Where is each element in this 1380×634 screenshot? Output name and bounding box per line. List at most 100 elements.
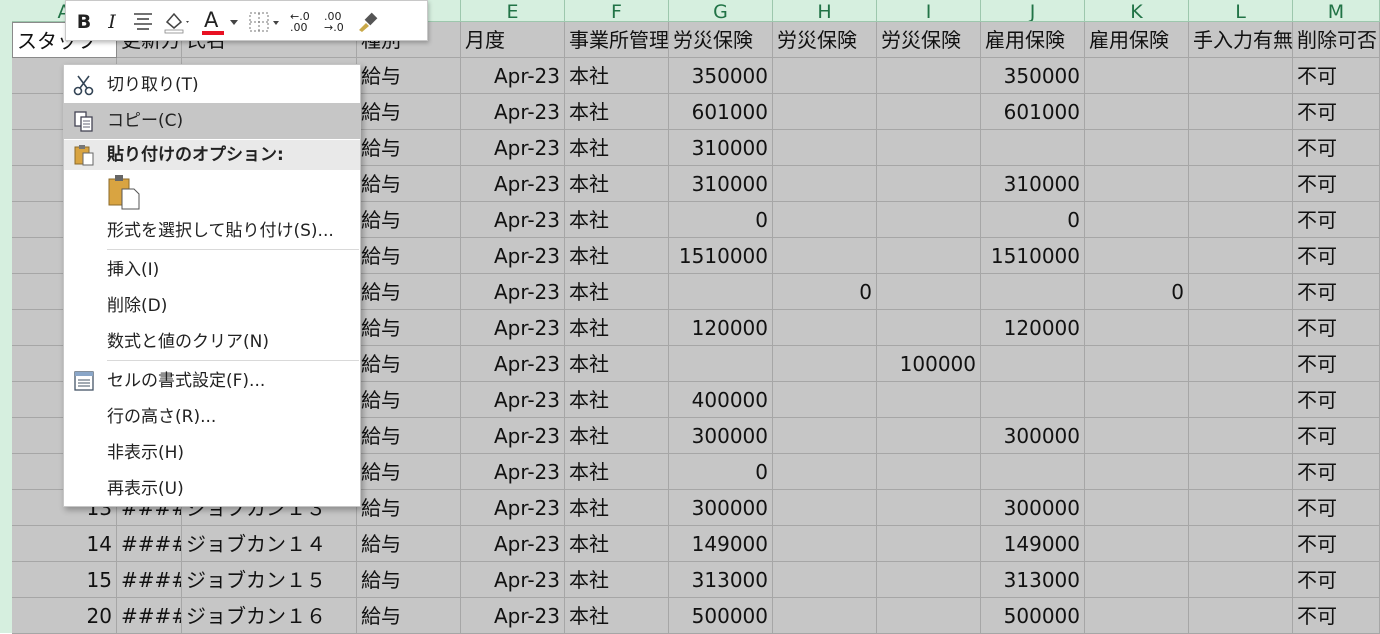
table-cell[interactable] [773, 238, 877, 274]
table-cell[interactable] [877, 382, 981, 418]
table-cell[interactable]: Apr-23 [461, 58, 565, 94]
table-cell[interactable]: Apr-23 [461, 382, 565, 418]
row-header[interactable] [0, 238, 12, 274]
table-cell[interactable]: 不可 [1293, 490, 1380, 526]
table-cell[interactable]: 本社 [565, 166, 669, 202]
table-cell[interactable]: Apr-23 [461, 418, 565, 454]
table-cell[interactable] [877, 58, 981, 94]
table-cell[interactable]: 0 [1085, 274, 1189, 310]
menu-item-delete[interactable]: 削除(D) [64, 288, 360, 324]
row-header[interactable] [0, 382, 12, 418]
table-cell[interactable]: ジョブカン１４ [182, 526, 357, 562]
table-cell[interactable]: 500000 [981, 598, 1085, 634]
table-cell[interactable] [773, 526, 877, 562]
table-cell[interactable] [1189, 598, 1293, 634]
table-cell[interactable]: 不可 [1293, 94, 1380, 130]
table-cell[interactable] [1085, 418, 1189, 454]
menu-item-hide[interactable]: 非表示(H) [64, 435, 360, 471]
table-cell[interactable]: 本社 [565, 598, 669, 634]
table-cell[interactable] [877, 598, 981, 634]
menu-item-cut[interactable]: 切り取り(T) [64, 67, 360, 103]
table-cell[interactable]: 14 [12, 526, 117, 562]
table-cell[interactable]: 350000 [981, 58, 1085, 94]
table-cell[interactable]: Apr-23 [461, 454, 565, 490]
table-cell[interactable] [1189, 454, 1293, 490]
row-header[interactable] [0, 202, 12, 238]
column-header[interactable]: J [981, 0, 1085, 22]
increase-decimal-button[interactable]: ←.0 .00 [290, 11, 316, 35]
table-cell[interactable] [877, 274, 981, 310]
header-cell[interactable]: 雇用保険 [981, 22, 1085, 58]
bold-button[interactable]: B [74, 10, 94, 34]
table-cell[interactable]: 0 [669, 454, 773, 490]
table-cell[interactable]: 本社 [565, 310, 669, 346]
table-cell[interactable]: 120000 [981, 310, 1085, 346]
format-painter-button[interactable] [354, 10, 380, 34]
table-cell[interactable] [877, 202, 981, 238]
table-cell[interactable] [773, 418, 877, 454]
table-cell[interactable] [773, 94, 877, 130]
table-cell[interactable] [877, 238, 981, 274]
table-cell[interactable]: 本社 [565, 454, 669, 490]
menu-item-format-cells[interactable]: セルの書式設定(F)... [64, 363, 360, 399]
table-cell[interactable] [1085, 130, 1189, 166]
table-cell[interactable]: Apr-23 [461, 94, 565, 130]
table-cell[interactable] [877, 94, 981, 130]
row-header[interactable] [0, 562, 12, 598]
header-cell[interactable]: 労災保険 [773, 22, 877, 58]
table-cell[interactable]: 120000 [669, 310, 773, 346]
table-cell[interactable] [1085, 202, 1189, 238]
table-cell[interactable] [877, 418, 981, 454]
font-color-button[interactable]: A [200, 8, 240, 35]
table-cell[interactable]: 本社 [565, 382, 669, 418]
table-cell[interactable] [1189, 58, 1293, 94]
table-cell[interactable]: #### [117, 562, 182, 598]
table-cell[interactable]: 不可 [1293, 346, 1380, 382]
menu-item-unhide[interactable]: 再表示(U) [64, 471, 360, 507]
table-cell[interactable]: 給与 [357, 526, 461, 562]
table-cell[interactable]: 給与 [357, 490, 461, 526]
table-cell[interactable] [1085, 346, 1189, 382]
table-cell[interactable]: 601000 [669, 94, 773, 130]
table-cell[interactable]: Apr-23 [461, 562, 565, 598]
table-cell[interactable]: 300000 [981, 418, 1085, 454]
table-cell[interactable]: Apr-23 [461, 490, 565, 526]
table-cell[interactable] [773, 202, 877, 238]
header-cell[interactable]: 手入力有無 [1189, 22, 1293, 58]
table-cell[interactable]: 1510000 [669, 238, 773, 274]
table-cell[interactable]: 給与 [357, 454, 461, 490]
table-cell[interactable]: 給与 [357, 94, 461, 130]
table-cell[interactable]: 本社 [565, 526, 669, 562]
table-cell[interactable] [1085, 454, 1189, 490]
row-header[interactable] [0, 310, 12, 346]
table-cell[interactable]: 310000 [669, 130, 773, 166]
table-cell[interactable]: 15 [12, 562, 117, 598]
table-cell[interactable] [1189, 526, 1293, 562]
column-header[interactable]: G [669, 0, 773, 22]
table-cell[interactable] [773, 382, 877, 418]
menu-item-copy[interactable]: コピー(C) [64, 103, 360, 139]
table-cell[interactable]: 給与 [357, 418, 461, 454]
table-cell[interactable]: 300000 [981, 490, 1085, 526]
table-cell[interactable]: 不可 [1293, 382, 1380, 418]
table-cell[interactable] [773, 58, 877, 94]
table-cell[interactable] [877, 490, 981, 526]
header-cell[interactable]: 月度 [461, 22, 565, 58]
table-cell[interactable] [773, 166, 877, 202]
row-header[interactable] [0, 166, 12, 202]
menu-item-clear-contents[interactable]: 数式と値のクリア(N) [64, 324, 360, 360]
table-cell[interactable] [1085, 94, 1189, 130]
table-cell[interactable]: 149000 [669, 526, 773, 562]
table-cell[interactable] [1189, 418, 1293, 454]
column-header[interactable]: M [1293, 0, 1380, 22]
table-cell[interactable]: Apr-23 [461, 346, 565, 382]
table-cell[interactable] [1189, 130, 1293, 166]
table-cell[interactable] [1189, 490, 1293, 526]
table-cell[interactable]: 0 [669, 202, 773, 238]
table-cell[interactable]: 不可 [1293, 130, 1380, 166]
table-cell[interactable]: 313000 [669, 562, 773, 598]
table-cell[interactable] [877, 130, 981, 166]
table-cell[interactable] [773, 346, 877, 382]
table-cell[interactable]: 給与 [357, 598, 461, 634]
table-cell[interactable]: Apr-23 [461, 202, 565, 238]
